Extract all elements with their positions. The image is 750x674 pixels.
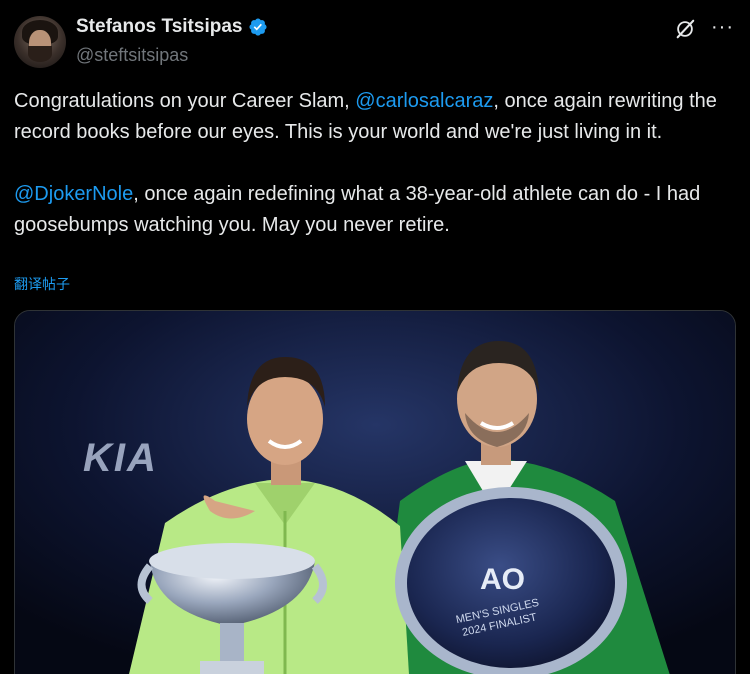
trophy-plate: AO MEN'S SINGLES 2024 FINALIST bbox=[395, 487, 627, 674]
plate-logo: AO bbox=[480, 563, 525, 596]
post-text: Congratulations on your Career Slam, @ca… bbox=[14, 86, 734, 272]
display-name[interactable]: Stefanos Tsitsipas bbox=[76, 16, 242, 38]
name-row: Stefanos Tsitsipas bbox=[76, 16, 268, 38]
post-paragraph-2: @DjokerNole, once again redefining what … bbox=[14, 179, 734, 241]
sponsor-logo: KIA bbox=[83, 436, 158, 480]
verified-badge-icon bbox=[249, 18, 268, 36]
post-header: Stefanos Tsitsipas @steftsitsipas ··· bbox=[14, 12, 736, 72]
post-media-photo[interactable]: KIA AO MEN'S SINGLES 2024 FINALIST bbox=[14, 310, 736, 674]
post-text-segment: Congratulations on your Career Slam, bbox=[14, 90, 356, 112]
more-icon[interactable]: ··· bbox=[711, 16, 734, 39]
handle[interactable]: @steftsitsipas bbox=[76, 45, 188, 66]
mention-carlosalcaraz[interactable]: @carlosalcaraz bbox=[355, 90, 493, 112]
mention-djokernole[interactable]: @DjokerNole bbox=[14, 183, 133, 205]
grok-icon[interactable] bbox=[674, 18, 696, 40]
photo-illustration: KIA AO MEN'S SINGLES 2024 FINALIST bbox=[15, 311, 735, 674]
avatar[interactable] bbox=[14, 16, 66, 68]
post-paragraph-1: Congratulations on your Career Slam, @ca… bbox=[14, 86, 734, 148]
translate-post-link[interactable]: 翻译帖子 bbox=[14, 274, 70, 294]
